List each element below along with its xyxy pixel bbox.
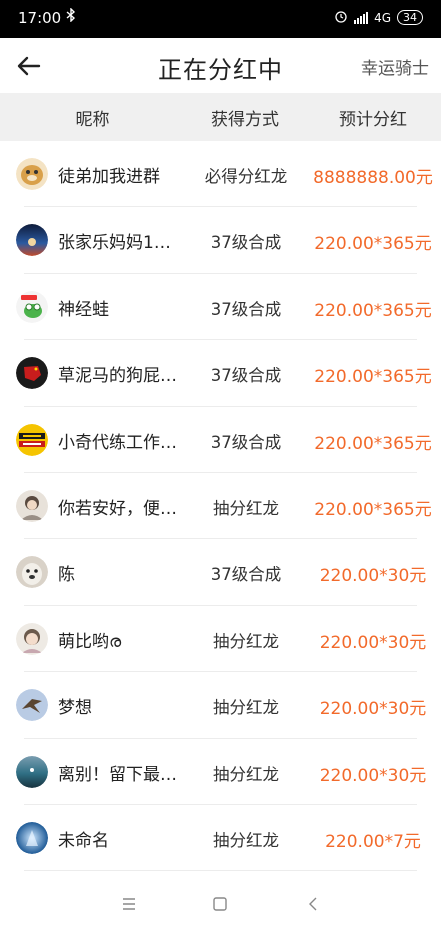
- row-nickname: 离别！留下最…: [58, 764, 177, 785]
- table-row[interactable]: 萌比哟ര 抽分红龙 220.00*30元: [0, 606, 441, 673]
- row-amount: 220.00*365元: [314, 300, 432, 321]
- row-amount: 220.00*30元: [319, 699, 427, 720]
- table-header: 昵称 获得方式 预计分红: [0, 93, 441, 141]
- status-right: 4G 34: [334, 9, 423, 26]
- row-amount: 220.00*365元: [314, 234, 432, 255]
- row-amount: 220.00*30元: [319, 765, 427, 786]
- row-amount: 220.00*7元: [325, 831, 421, 852]
- row-method: 抽分红龙: [213, 631, 279, 651]
- header-amount: 预计分红: [339, 109, 407, 130]
- table-row[interactable]: 张家乐妈妈1… 37级合成 220.00*365元: [0, 207, 441, 274]
- nav-bar: 正在分红中 幸运骑士: [0, 38, 441, 93]
- table-row[interactable]: 草泥马的狗屁… 37级合成 220.00*365元: [0, 340, 441, 407]
- alarm-icon: [334, 9, 348, 26]
- table-row[interactable]: 小奇代练工作… 37级合成 220.00*365元: [0, 407, 441, 473]
- table-row[interactable]: 陈 37级合成 220.00*30元: [0, 539, 441, 606]
- row-amount: 220.00*365元: [314, 499, 432, 520]
- avatar: [16, 423, 48, 456]
- row-amount: 8888888.00元: [313, 168, 433, 188]
- battery-icon: 34: [397, 10, 423, 25]
- row-nickname: 神经蛙: [58, 299, 109, 320]
- row-method: 37级合成: [210, 233, 282, 253]
- back-icon[interactable]: [302, 893, 324, 915]
- network-label: 4G: [374, 10, 391, 25]
- avatar: [16, 290, 48, 323]
- avatar: [16, 622, 48, 655]
- row-amount: 220.00*365元: [314, 367, 432, 388]
- row-method: 37级合成: [210, 432, 282, 452]
- row-nickname: 张家乐妈妈1…: [58, 233, 171, 254]
- status-time: 17:00: [18, 9, 62, 27]
- row-nickname: 徒弟加我进群: [58, 167, 160, 187]
- avatar: [16, 158, 48, 190]
- header-nickname: 昵称: [75, 109, 110, 130]
- row-nickname: 陈: [58, 565, 75, 586]
- row-nickname: 萌比哟ര: [58, 631, 122, 652]
- row-method: 37级合成: [210, 565, 282, 585]
- bluetooth-icon: [66, 7, 76, 26]
- row-method: 37级合成: [210, 299, 282, 319]
- header-method: 获得方式: [211, 109, 279, 130]
- home-icon[interactable]: [209, 893, 231, 915]
- table-row[interactable]: 梦想 抽分红龙 220.00*30元: [0, 672, 441, 739]
- avatar: [16, 556, 48, 589]
- table-row[interactable]: 神经蛙 37级合成 220.00*365元: [0, 274, 441, 341]
- avatar: [16, 689, 48, 722]
- battery-level: 34: [403, 11, 417, 24]
- row-method: 37级合成: [210, 366, 282, 386]
- table-row[interactable]: 离别！留下最… 抽分红龙 220.00*30元: [0, 739, 441, 805]
- row-method: 抽分红龙: [213, 698, 279, 718]
- system-nav-bar: [0, 876, 441, 931]
- row-nickname: 你若安好，便…: [58, 498, 177, 519]
- table-row[interactable]: 你若安好，便… 抽分红龙 220.00*365元: [0, 473, 441, 540]
- row-method: 抽分红龙: [213, 764, 279, 784]
- lucky-knight-link[interactable]: 幸运骑士: [361, 54, 429, 79]
- row-nickname: 梦想: [58, 698, 92, 719]
- row-method: 抽分红龙: [213, 830, 279, 850]
- table-row[interactable]: 未命名 抽分红龙 220.00*7元: [0, 805, 441, 872]
- row-amount: 220.00*30元: [319, 632, 427, 653]
- status-bar: 17:00 4G 34: [0, 0, 441, 38]
- dividend-list: 徒弟加我进群 必得分红龙 8888888.00元 张家乐妈妈1… 37级合成 2…: [0, 141, 441, 872]
- avatar: [16, 821, 48, 854]
- row-method: 抽分红龙: [213, 498, 279, 518]
- avatar: [16, 489, 48, 522]
- menu-icon[interactable]: [118, 893, 140, 915]
- signal-icon: [354, 11, 369, 24]
- row-amount: 220.00*365元: [314, 433, 432, 454]
- row-nickname: 未命名: [58, 830, 109, 851]
- row-amount: 220.00*30元: [319, 566, 427, 587]
- row-method: 必得分红龙: [204, 167, 288, 186]
- avatar: [16, 357, 48, 390]
- avatar: [16, 224, 48, 257]
- row-nickname: 草泥马的狗屁…: [58, 366, 177, 387]
- row-nickname: 小奇代练工作…: [58, 432, 177, 453]
- avatar: [16, 755, 48, 788]
- divider: [24, 870, 417, 872]
- table-row[interactable]: 徒弟加我进群 必得分红龙 8888888.00元: [0, 141, 441, 208]
